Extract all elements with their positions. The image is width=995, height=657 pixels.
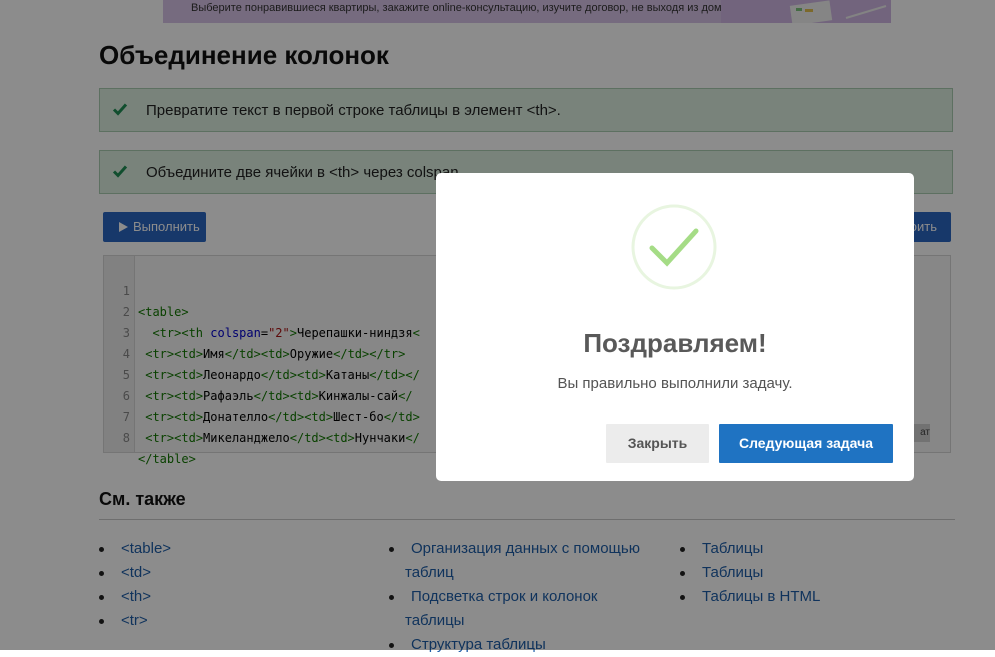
success-modal: Поздравляем! Вы правильно выполнили зада… (436, 173, 914, 481)
next-task-button[interactable]: Следующая задача (719, 424, 893, 463)
modal-text: Вы правильно выполнили задачу. (557, 375, 793, 392)
success-check-icon (631, 204, 717, 290)
modal-title: Поздравляем! (583, 328, 767, 358)
close-button[interactable]: Закрыть (606, 424, 709, 463)
